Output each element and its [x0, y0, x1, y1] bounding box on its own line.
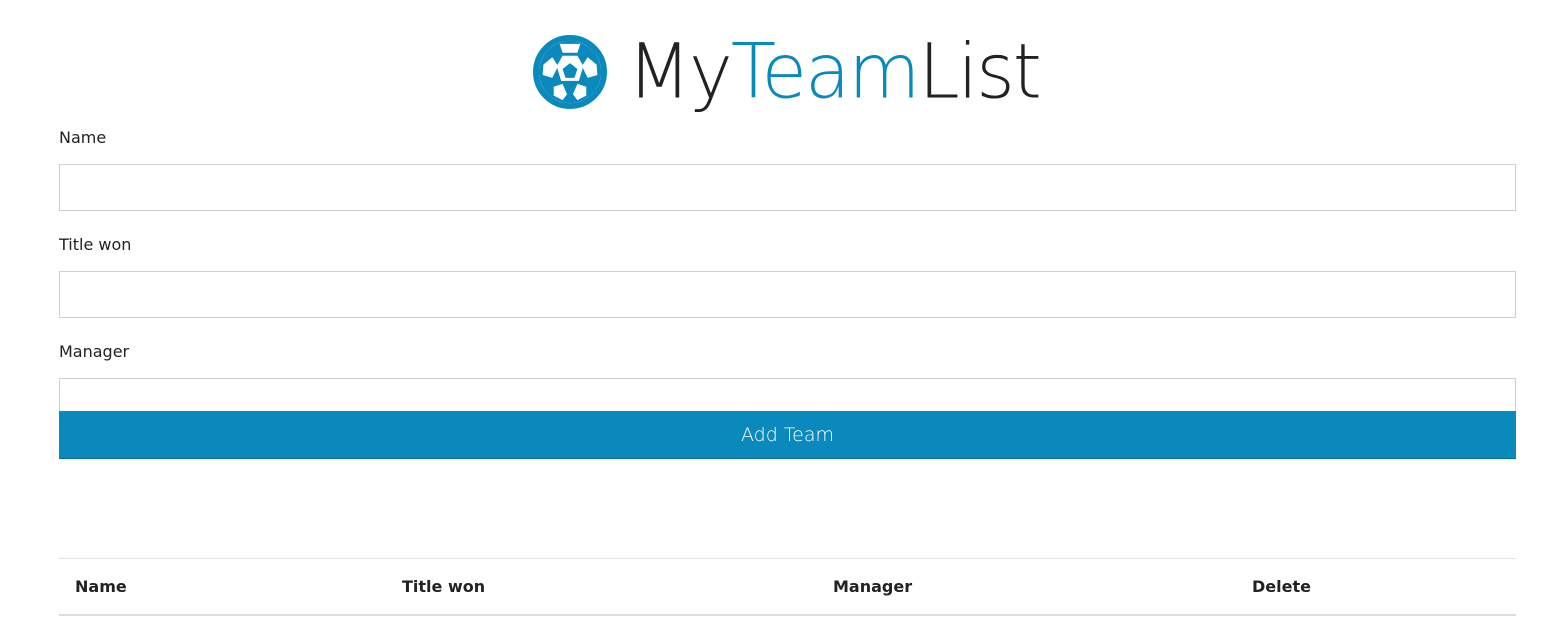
table-header-row: Name Title won Manager Delete: [59, 558, 1516, 615]
title-won-label: Title won: [59, 235, 132, 254]
column-header-manager: Manager: [833, 577, 913, 596]
manager-label: Manager: [59, 342, 130, 361]
app-title-team: Team: [730, 28, 921, 116]
app-title: MyTeamList: [627, 34, 1042, 109]
name-label: Name: [59, 128, 107, 147]
logo: MyTeamList: [533, 34, 1042, 110]
add-team-button[interactable]: Add Team: [59, 411, 1516, 459]
column-header-delete: Delete: [1252, 577, 1311, 596]
title-won-field-group: Title won: [59, 235, 1516, 342]
column-header-title-won: Title won: [402, 577, 486, 596]
app-header: MyTeamList: [0, 22, 1567, 122]
name-input[interactable]: [59, 164, 1516, 211]
name-field-group: Name: [59, 128, 1516, 235]
app-title-my: My: [627, 28, 733, 116]
app-title-list: List: [918, 28, 1041, 116]
manager-field-group: Manager: [59, 342, 1516, 425]
teams-table: Name Title won Manager Delete: [59, 558, 1516, 616]
column-header-name: Name: [75, 577, 127, 596]
add-team-form: Name Title won Manager Add Team: [59, 128, 1516, 459]
title-won-input[interactable]: [59, 271, 1516, 318]
soccer-ball-icon: [533, 35, 608, 109]
teams-table-header: Name Title won Manager Delete: [59, 558, 1516, 615]
